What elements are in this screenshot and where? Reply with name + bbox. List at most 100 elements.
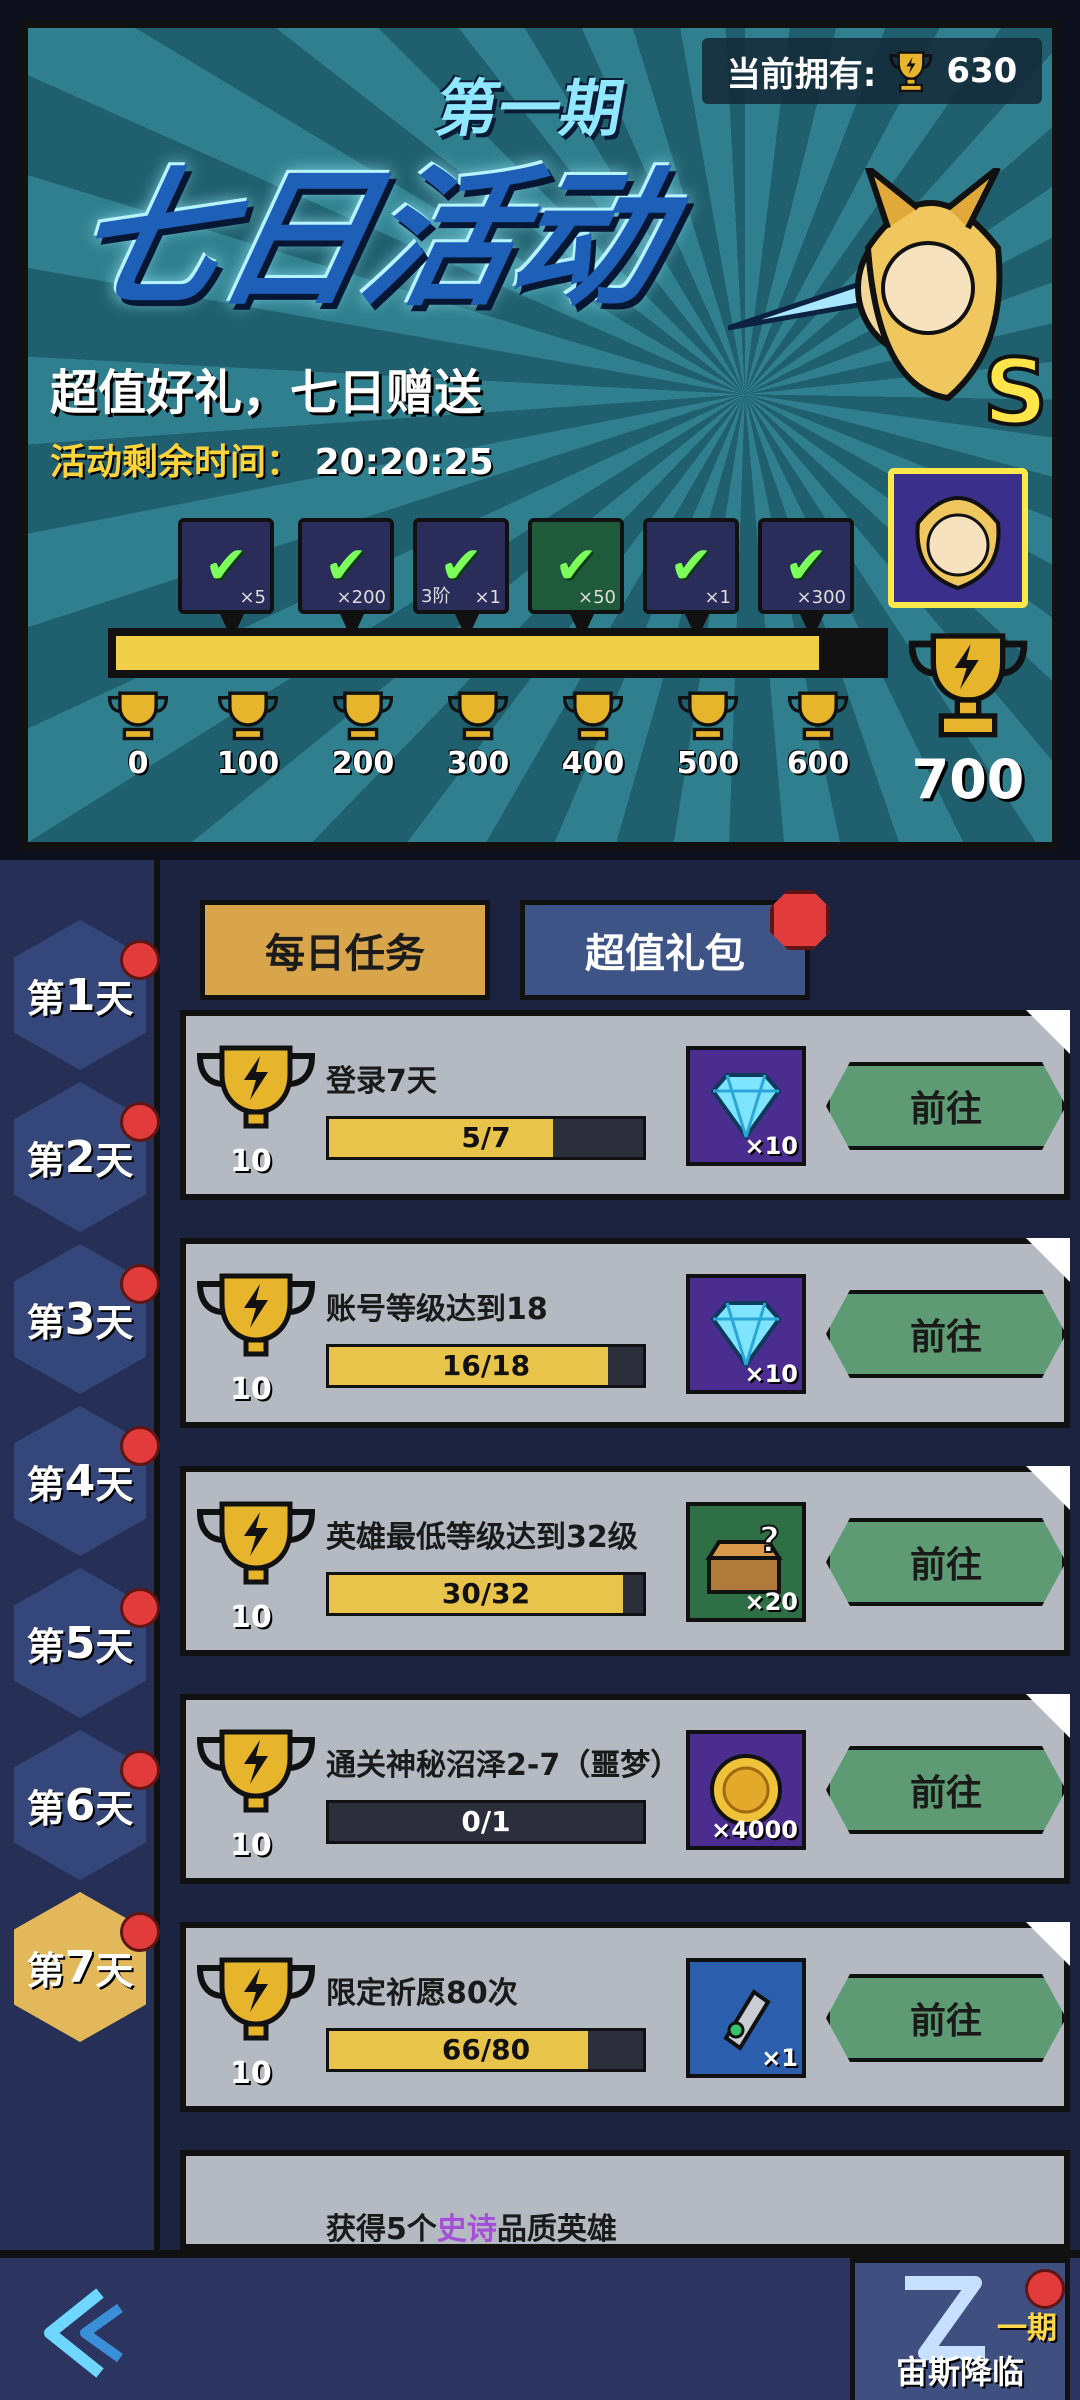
day-number: 6 bbox=[64, 1779, 96, 1831]
task-progress-text: 30/32 bbox=[441, 1577, 531, 1610]
points-progress-fill bbox=[116, 636, 819, 670]
milestone-reward-1[interactable]: ✔ ×200 bbox=[298, 518, 394, 640]
task-reward-item[interactable]: ×4000 bbox=[686, 1730, 806, 1850]
day-4-badge bbox=[120, 1426, 160, 1466]
task-name: 账号等级达到18 bbox=[326, 1292, 548, 1327]
day-prefix: 第 bbox=[26, 976, 65, 1021]
task-points: 10 bbox=[230, 1144, 272, 1179]
task-reward-item[interactable]: ×10 bbox=[686, 1046, 806, 1166]
task-progress-bar: 5/7 bbox=[326, 1116, 646, 1160]
event-countdown: 活动剩余时间： 20:20:25 bbox=[50, 433, 494, 485]
go-button[interactable]: 前往 bbox=[826, 1746, 1066, 1834]
day-5-badge bbox=[120, 1588, 160, 1628]
task-name-suffix: 品质英雄 bbox=[496, 2212, 617, 2247]
trophy-icon bbox=[677, 691, 739, 741]
day-tab-5[interactable]: 第5天 bbox=[14, 1568, 146, 1718]
diamond-icon bbox=[710, 1301, 782, 1369]
tab-gift-badge bbox=[770, 890, 830, 950]
task-progress-text: 16/18 bbox=[441, 1349, 531, 1382]
day-number: 7 bbox=[64, 1941, 96, 1993]
task-name: 英雄最低等级达到32级 bbox=[326, 1520, 638, 1555]
task-progress-bar: 16/18 bbox=[326, 1344, 646, 1388]
day-tab-7[interactable]: 第7天 bbox=[14, 1892, 146, 2042]
tab-value-packs[interactable]: 超值礼包 bbox=[520, 900, 810, 1000]
task-points: 10 bbox=[230, 1600, 272, 1635]
milestone-value: 400 bbox=[561, 746, 625, 781]
task-reward-item[interactable]: ×1 bbox=[686, 1958, 806, 2078]
go-button[interactable]: 前往 bbox=[826, 1290, 1066, 1378]
milestone-markers: 0 100 200 300 400 500 600 bbox=[88, 688, 849, 798]
countdown-value: 20:20:25 bbox=[314, 442, 494, 483]
trophy-icon bbox=[332, 691, 394, 741]
milestone-reward-3[interactable]: ✔ ×50 bbox=[528, 518, 624, 640]
milestone-reward-2[interactable]: ✔ 3阶 ×1 bbox=[413, 518, 509, 640]
back-arrow-icon[interactable] bbox=[40, 2283, 140, 2383]
reward-qty: ×1 bbox=[761, 2044, 798, 2072]
milestone-0: 0 bbox=[88, 688, 188, 781]
day-prefix: 第 bbox=[26, 1786, 65, 1831]
big-trophy-icon bbox=[908, 633, 1028, 738]
event-subtitle: 超值好礼，七日赠送 bbox=[50, 365, 483, 421]
task-name-epic: 史诗 bbox=[436, 2212, 497, 2247]
day-tab-6[interactable]: 第6天 bbox=[14, 1730, 146, 1880]
milestone-3: 300 bbox=[428, 688, 528, 781]
trophy-icon bbox=[562, 691, 624, 741]
hero-illustration: S bbox=[728, 168, 1048, 447]
points-progress-bar bbox=[108, 628, 888, 678]
day-tab-2[interactable]: 第2天 bbox=[14, 1082, 146, 1232]
owned-label: 当前拥有: bbox=[726, 54, 877, 95]
event-badge bbox=[1025, 2269, 1065, 2309]
task-name: 登录7天 bbox=[326, 1064, 437, 1099]
milestone-reward-0[interactable]: ✔ ×5 bbox=[178, 518, 274, 640]
task-reward-item[interactable]: ? ×20 bbox=[686, 1502, 806, 1622]
go-button[interactable]: 前往 bbox=[826, 1974, 1066, 2062]
task-name: 通关神秘沼泽2-7（噩梦） bbox=[326, 1748, 681, 1783]
day-number: 5 bbox=[64, 1617, 96, 1669]
task-progress-bar: 30/32 bbox=[326, 1572, 646, 1616]
day-tab-1[interactable]: 第1天 bbox=[14, 920, 146, 1070]
hero-portrait-reward[interactable] bbox=[888, 468, 1028, 608]
reward-qty: ×1 bbox=[704, 587, 731, 608]
milestone-reward-4[interactable]: ✔ ×1 bbox=[643, 518, 739, 640]
owned-value: 630 bbox=[946, 51, 1018, 91]
zeus-event-button[interactable]: 一期 宙斯降临 bbox=[850, 2258, 1070, 2400]
day-prefix: 第 bbox=[26, 1138, 65, 1183]
event-label: 宙斯降临 bbox=[895, 2353, 1024, 2391]
day-tab-3[interactable]: 第3天 bbox=[14, 1244, 146, 1394]
task-name-prefix: 获得5个 bbox=[326, 2212, 437, 2247]
tab-daily-tasks[interactable]: 每日任务 bbox=[200, 900, 490, 1000]
milestone-value: 500 bbox=[676, 746, 740, 781]
event-title: 第一期 七日活动 bbox=[48, 48, 728, 348]
task-progress-bar: 0/1 bbox=[326, 1800, 646, 1844]
milestone-value: 0 bbox=[127, 746, 149, 781]
task-card-1: 10 登录7天 5/7 ×10 前往 bbox=[180, 1010, 1070, 1200]
day-prefix: 第 bbox=[26, 1624, 65, 1669]
card-corner-fold bbox=[1026, 1694, 1070, 1738]
day-6-badge bbox=[120, 1750, 160, 1790]
reward-qty: ×10 bbox=[744, 1132, 798, 1160]
event-banner: 第一期 七日活动 当前拥有: 630 超值好礼，七日赠送 活动剩余时间： 20:… bbox=[20, 20, 1060, 850]
task-reward-item[interactable]: ×10 bbox=[686, 1274, 806, 1394]
reward-qty: ×10 bbox=[744, 1360, 798, 1388]
day-sidebar: 第1天 第2天 第3天 第4天 第5天 第6天 第7天 bbox=[0, 860, 160, 2250]
day-prefix: 第 bbox=[26, 1462, 65, 1507]
task-card-4: 10 通关神秘沼泽2-7（噩梦） 0/1 ×4000 前往 bbox=[180, 1694, 1070, 1884]
day-tab-4[interactable]: 第4天 bbox=[14, 1406, 146, 1556]
task-tabs: 每日任务 超值礼包 bbox=[190, 890, 1050, 1000]
trophy-icon bbox=[107, 691, 169, 741]
go-button[interactable]: 前往 bbox=[826, 1518, 1066, 1606]
task-card-6: 获得5个史诗品质英雄 bbox=[180, 2150, 1070, 2250]
go-button[interactable]: 前往 bbox=[826, 1062, 1066, 1150]
svg-text:?: ? bbox=[759, 1522, 780, 1561]
reward-qty: ×20 bbox=[744, 1588, 798, 1616]
day-7-badge bbox=[120, 1912, 160, 1952]
card-corner-fold bbox=[1026, 1466, 1070, 1510]
task-panel: 第1天 第2天 第3天 第4天 第5天 第6天 第7天 每日任务 超值礼包 10… bbox=[0, 860, 1080, 2250]
milestone-2: 200 bbox=[313, 688, 413, 781]
milestone-value: 200 bbox=[331, 746, 395, 781]
card-corner-fold bbox=[1026, 1238, 1070, 1282]
milestone-reward-5[interactable]: ✔ ×300 bbox=[758, 518, 854, 640]
reward-qty: ×4000 bbox=[711, 1816, 798, 1844]
day-prefix: 第 bbox=[26, 1948, 65, 1993]
reward-qty: ×200 bbox=[336, 587, 386, 608]
